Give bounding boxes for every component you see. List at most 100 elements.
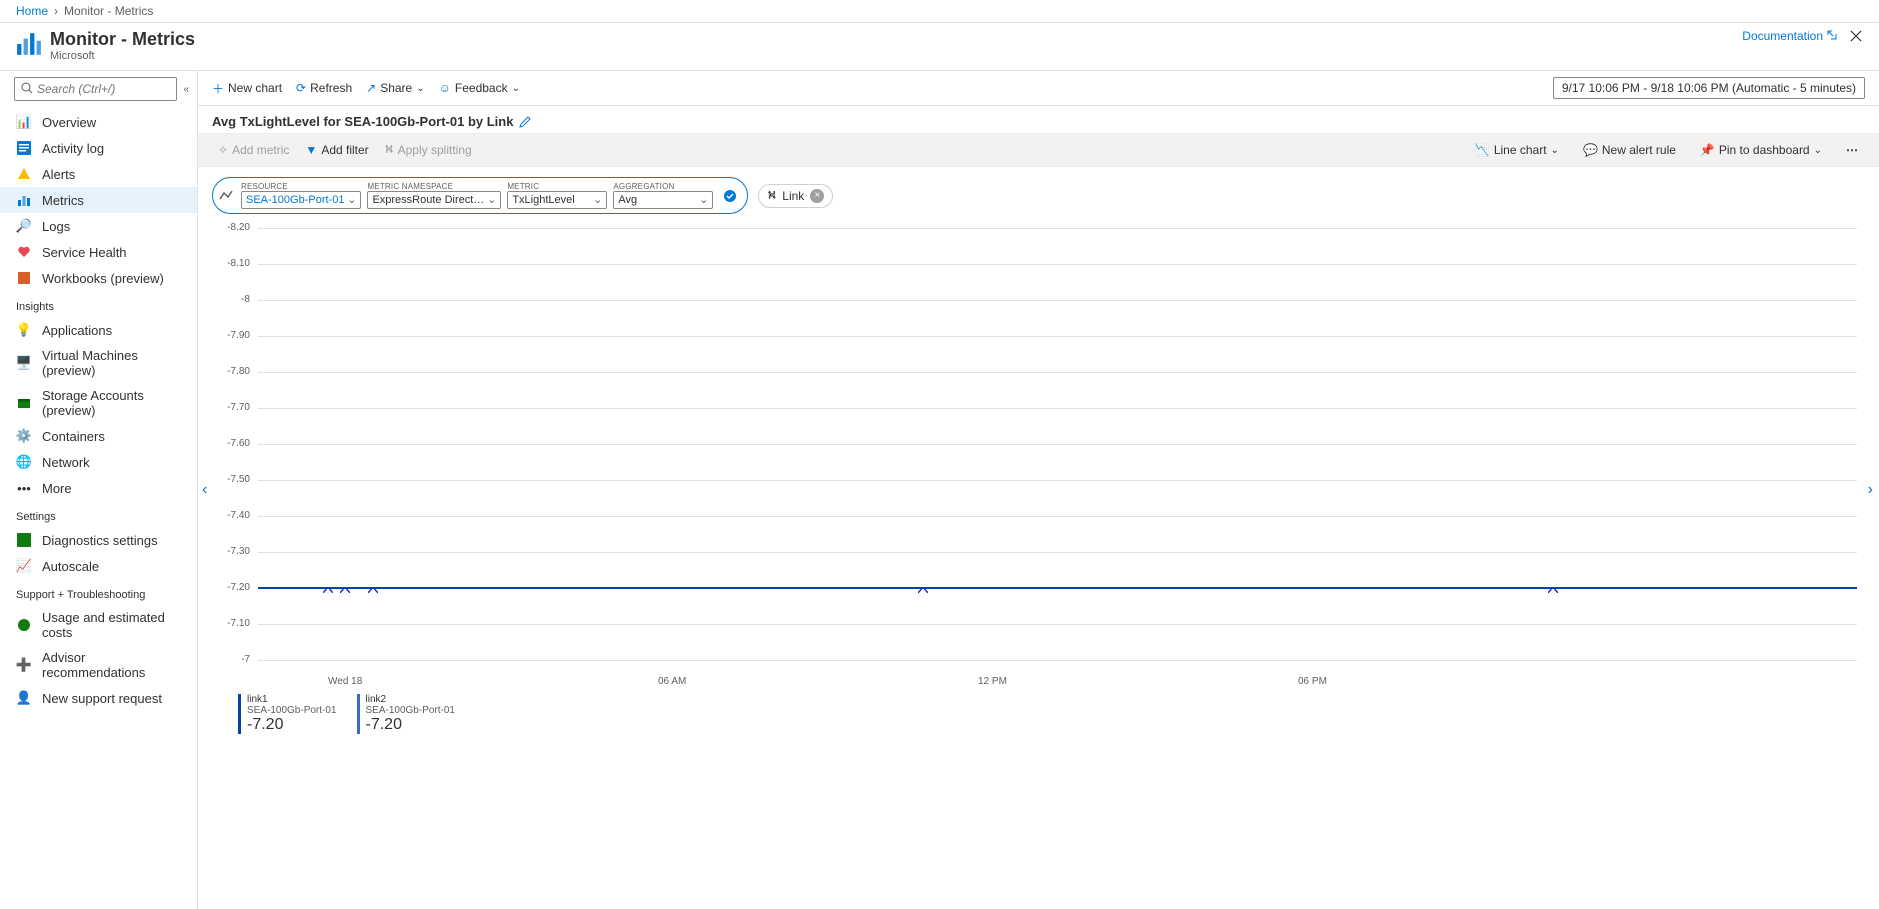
page-title: Monitor - Metrics [50, 29, 195, 50]
data-marker [323, 582, 333, 588]
namespace-label: METRIC NAMESPACE [367, 182, 501, 191]
pin-to-dashboard-button[interactable]: 📌Pin to dashboard⌄ [1694, 139, 1828, 161]
usage-icon [16, 617, 32, 633]
sidebar: « 📊Overview Activity log Alerts Metrics … [0, 71, 198, 909]
search-input[interactable] [37, 82, 170, 96]
sidebar-item-more[interactable]: •••More [0, 475, 197, 501]
sidebar-item-storage-accounts[interactable]: Storage Accounts (preview) [0, 383, 197, 423]
gridline [258, 516, 1857, 517]
chart-title: Avg TxLightLevel for SEA-100Gb-Port-01 b… [212, 114, 513, 129]
add-metric-button[interactable]: ✧Add metric [212, 139, 295, 161]
y-tick-label: -7.90 [216, 330, 250, 341]
search-icon [21, 82, 33, 97]
sidebar-item-applications[interactable]: 💡Applications [0, 317, 197, 343]
gridline [258, 372, 1857, 373]
legend-series-value: -7.20 [247, 716, 337, 734]
metric-selector-pill: RESOURCE SEA-100Gb-Port-01 METRIC NAMESP… [212, 177, 748, 214]
breadcrumb: Home › Monitor - Metrics [0, 0, 1879, 23]
sidebar-item-alerts[interactable]: Alerts [0, 161, 197, 187]
confirm-metric-button[interactable] [723, 189, 737, 203]
chart-legend: link1SEA-100Gb-Port-01-7.20 link2SEA-100G… [238, 694, 455, 734]
plus-icon: ＋ [212, 80, 224, 97]
chart-type-select[interactable]: 📉Line chart⌄ [1469, 139, 1565, 161]
legend-series-value: -7.20 [366, 716, 456, 734]
logs-icon: 🔎 [16, 218, 32, 234]
breadcrumb-home[interactable]: Home [16, 4, 48, 18]
aggregation-label: AGGREGATION [613, 182, 713, 191]
gridline [258, 552, 1857, 553]
y-tick-label: -7.50 [216, 474, 250, 485]
sidebar-item-logs[interactable]: 🔎Logs [0, 213, 197, 239]
page-subtitle: Microsoft [50, 50, 195, 62]
documentation-link[interactable]: Documentation [1742, 29, 1837, 43]
legend-series-name: link2 [366, 694, 456, 705]
overview-icon: 📊 [16, 114, 32, 130]
sidebar-item-virtual-machines[interactable]: 🖥️Virtual Machines (preview) [0, 343, 197, 383]
y-tick-label: -7.70 [216, 402, 250, 413]
sidebar-item-overview[interactable]: 📊Overview [0, 109, 197, 135]
time-range-picker[interactable]: 9/17 10:06 PM - 9/18 10:06 PM (Automatic… [1553, 77, 1865, 99]
metrics-icon [16, 192, 32, 208]
series-line [258, 587, 1857, 589]
x-tick-label: 12 PM [978, 676, 1007, 687]
feedback-icon: ☺ [439, 81, 451, 95]
autoscale-icon: 📈 [16, 558, 32, 574]
chart-area: -8.20-8.10-8-7.90-7.80-7.70-7.60-7.50-7.… [198, 218, 1879, 909]
alert-icon: 💬 [1583, 143, 1598, 157]
sidebar-item-advisor[interactable]: ➕Advisor recommendations [0, 645, 197, 685]
sidebar-item-metrics[interactable]: Metrics [0, 187, 197, 213]
x-tick-label: 06 AM [658, 676, 686, 687]
resource-select[interactable]: SEA-100Gb-Port-01 [241, 191, 361, 209]
containers-icon: ⚙️ [16, 428, 32, 444]
sidebar-item-containers[interactable]: ⚙️Containers [0, 423, 197, 449]
sidebar-item-usage[interactable]: Usage and estimated costs [0, 605, 197, 645]
close-button[interactable] [1849, 29, 1863, 43]
add-filter-button[interactable]: ▼Add filter [299, 139, 374, 161]
sidebar-item-workbooks[interactable]: Workbooks (preview) [0, 265, 197, 291]
sidebar-item-service-health[interactable]: Service Health [0, 239, 197, 265]
add-metric-icon: ✧ [218, 143, 228, 157]
support-icon: 👤 [16, 690, 32, 706]
sidebar-group-insights: Insights [0, 291, 197, 317]
edit-title-button[interactable] [519, 116, 531, 128]
sidebar-item-network[interactable]: 🌐Network [0, 449, 197, 475]
sidebar-item-diagnostics[interactable]: Diagnostics settings [0, 527, 197, 553]
monitor-icon [16, 31, 42, 57]
data-marker [918, 582, 928, 588]
namespace-select[interactable]: ExpressRoute Direct… [367, 191, 501, 209]
feedback-button[interactable]: ☺Feedback⌄ [439, 81, 520, 95]
legend-item[interactable]: link1SEA-100Gb-Port-01-7.20 [238, 694, 337, 734]
filter-chip-link[interactable]: ⛕ Link × [758, 184, 833, 208]
y-tick-label: -7.80 [216, 366, 250, 377]
more-options-button[interactable]: ⋯ [1840, 139, 1865, 161]
sidebar-item-autoscale[interactable]: 📈Autoscale [0, 553, 197, 579]
legend-item[interactable]: link2SEA-100Gb-Port-01-7.20 [357, 694, 456, 734]
activity-log-icon [16, 140, 32, 156]
apply-splitting-button[interactable]: ⛕Apply splitting [379, 138, 478, 162]
gridline [258, 264, 1857, 265]
y-tick-label: -7.40 [216, 510, 250, 521]
aggregation-select[interactable]: Avg [613, 191, 713, 209]
metric-select[interactable]: TxLightLevel [507, 191, 607, 209]
filter-chip-label: Link [782, 189, 804, 203]
new-alert-rule-button[interactable]: 💬New alert rule [1577, 139, 1682, 161]
y-tick-label: -8.10 [216, 258, 250, 269]
metric-pill-icon [217, 187, 235, 205]
sidebar-item-new-support[interactable]: 👤New support request [0, 685, 197, 711]
gridline [258, 408, 1857, 409]
storage-icon [16, 395, 32, 411]
sidebar-item-activity-log[interactable]: Activity log [0, 135, 197, 161]
more-icon: ••• [16, 480, 32, 496]
y-tick-label: -7.60 [216, 438, 250, 449]
data-marker [1548, 582, 1558, 588]
new-chart-button[interactable]: ＋New chart [212, 80, 282, 97]
service-health-icon [16, 244, 32, 260]
split-icon: ⛕ [385, 142, 394, 158]
remove-filter-chip-button[interactable]: × [810, 189, 824, 203]
search-input-wrapper[interactable] [14, 77, 177, 101]
breadcrumb-separator: › [54, 4, 58, 18]
legend-series-resource: SEA-100Gb-Port-01 [366, 705, 456, 716]
refresh-button[interactable]: ⟳Refresh [296, 81, 352, 95]
sidebar-collapse-button[interactable]: « [183, 84, 189, 95]
share-button[interactable]: ↗Share⌄ [366, 81, 424, 95]
